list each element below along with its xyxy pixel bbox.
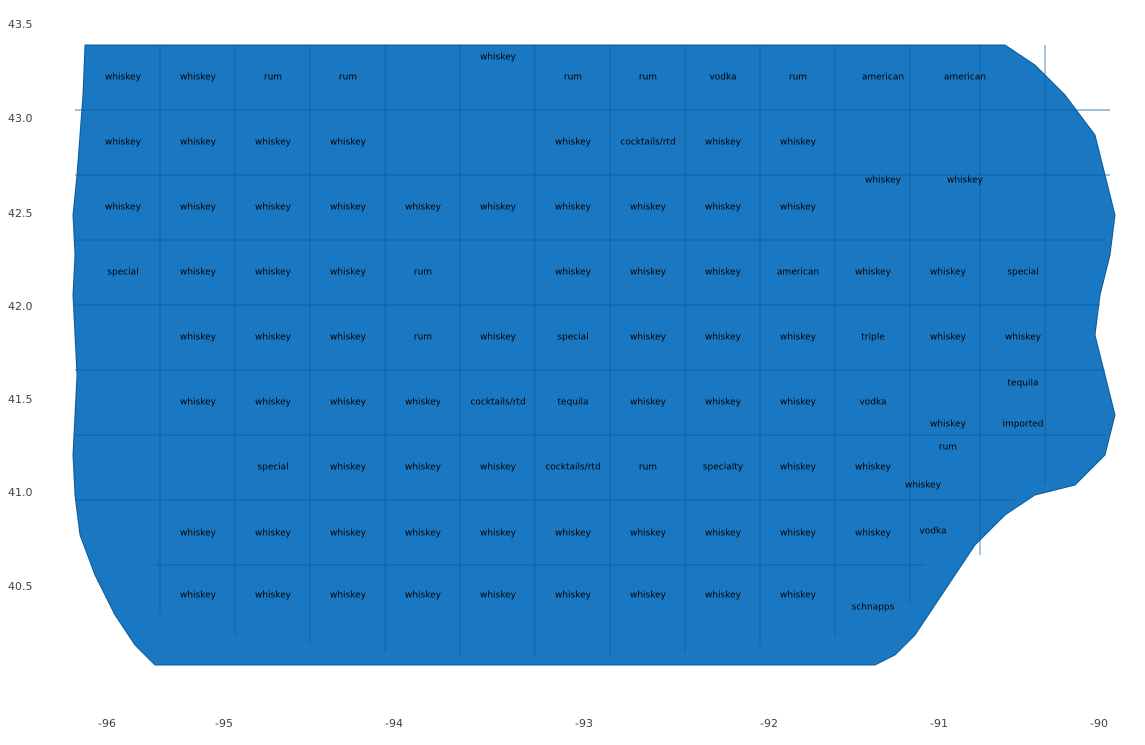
y-axis: 43.5 43.0 42.5 42.0 41.5 41.0 40.5 xyxy=(0,0,50,745)
x-axis: -96 -95 -94 -93 -92 -91 -90 xyxy=(0,710,1145,730)
y-label-420: 42.0 xyxy=(8,300,33,313)
x-label-96: -96 xyxy=(98,717,116,730)
map-area: whiskey whiskey rum rum whiskey rum rum … xyxy=(55,15,1130,700)
x-label-92: -92 xyxy=(760,717,778,730)
x-label-91: -91 xyxy=(930,717,948,730)
x-label-93: -93 xyxy=(575,717,593,730)
x-label-90: -90 xyxy=(1090,717,1108,730)
y-label-415: 41.5 xyxy=(8,393,33,406)
y-label-405: 40.5 xyxy=(8,580,33,593)
y-label-425: 42.5 xyxy=(8,207,33,220)
x-label-95: -95 xyxy=(215,717,233,730)
chart-container: 43.5 43.0 42.5 42.0 41.5 41.0 40.5 -96 -… xyxy=(0,0,1145,745)
x-label-94: -94 xyxy=(385,717,403,730)
iowa-map: whiskey whiskey rum rum whiskey rum rum … xyxy=(55,15,1130,700)
y-label-430: 43.0 xyxy=(8,112,33,125)
y-label-435: 43.5 xyxy=(8,18,33,31)
y-label-410: 41.0 xyxy=(8,486,33,499)
